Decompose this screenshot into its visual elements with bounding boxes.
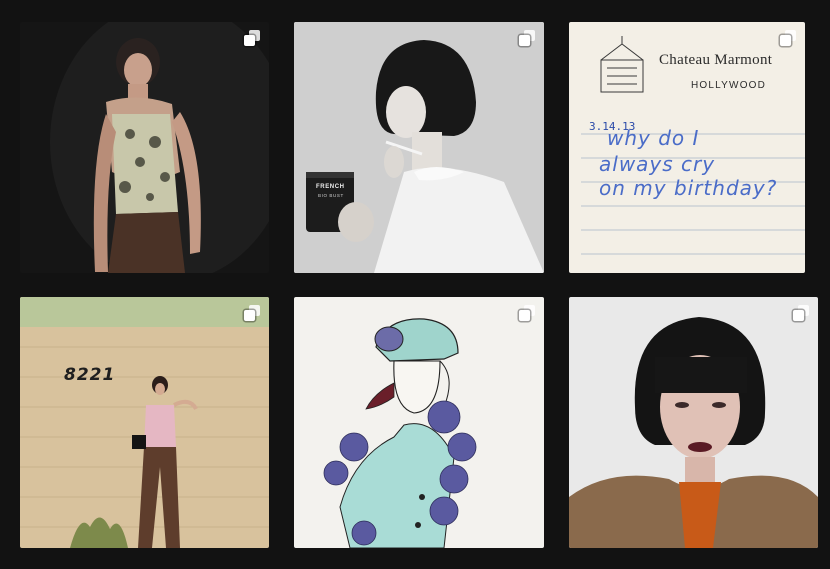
multiple-photos-icon [244, 30, 260, 46]
post-image-2 [294, 22, 544, 273]
post-tile-6[interactable] [569, 297, 818, 548]
mug-label-scent: BIO BUST [318, 193, 344, 198]
post-tile-3[interactable]: Chateau Marmont HOLLYWOOD 3.14.13 why do… [569, 22, 805, 273]
note-line-1: why do I [607, 126, 700, 150]
multiple-photos-icon [519, 305, 535, 321]
post-image-5 [294, 297, 544, 548]
post-tile-4[interactable]: 8221 [20, 297, 269, 548]
multiple-photos-icon [793, 305, 809, 321]
note-line-3: on my birthday? [599, 176, 778, 200]
post-tile-2[interactable]: FRENCH BIO BUST [294, 22, 544, 273]
post-tile-5[interactable] [294, 297, 544, 548]
address-number: 8221 [64, 365, 116, 385]
post-image-4 [20, 297, 269, 548]
multiple-photos-icon [780, 30, 796, 46]
multiple-photos-icon [244, 305, 260, 321]
post-image-6 [569, 297, 818, 548]
mug-label-brand: FRENCH [316, 184, 345, 190]
hotel-name: Chateau Marmont [659, 52, 773, 68]
post-grid: FRENCH BIO BUST Chateau Marmont HOLLYWOO… [0, 0, 830, 569]
note-line-2: always cry [599, 152, 716, 176]
hotel-city: HOLLYWOOD [691, 80, 767, 91]
hotel-notecard: Chateau Marmont HOLLYWOOD 3.14.13 why do… [569, 22, 805, 273]
post-image-1 [20, 22, 269, 273]
chateau-building-icon [600, 36, 644, 93]
multiple-photos-icon [519, 30, 535, 46]
post-tile-1[interactable] [20, 22, 269, 273]
